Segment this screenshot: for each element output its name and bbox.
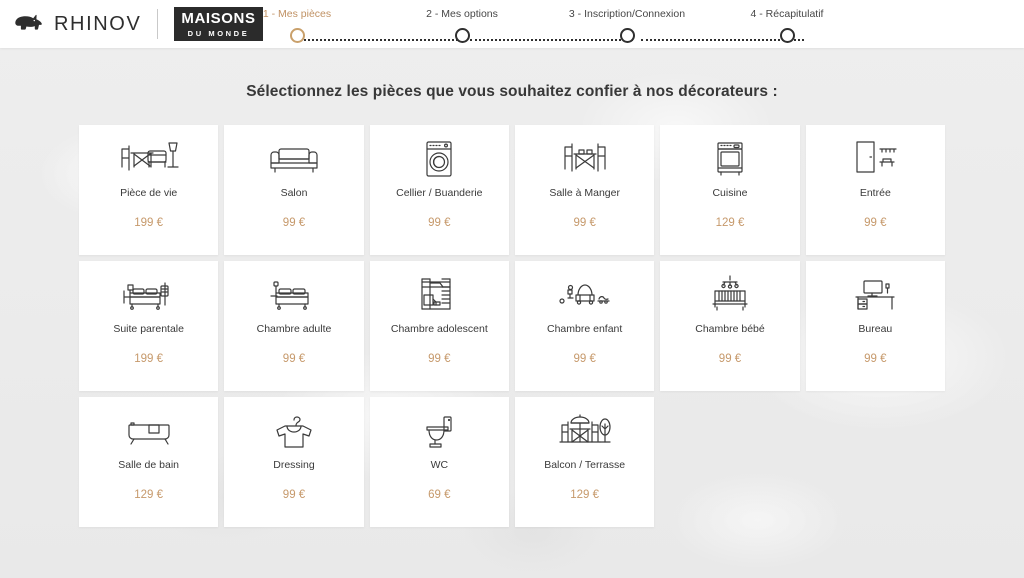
desk-icon xyxy=(844,261,906,323)
bunk-bed-icon xyxy=(408,261,470,323)
room-card-salle-a-manger[interactable]: Salle à Manger 99 € xyxy=(514,125,655,255)
double-bed-icon xyxy=(263,261,325,323)
room-label: Cuisine xyxy=(712,187,748,199)
room-label: Balcon / Terrasse xyxy=(544,459,626,471)
room-price: 99 € xyxy=(573,352,596,365)
room-label: Salle à Manger xyxy=(549,187,620,199)
room-card-chambre-enfant[interactable]: Chambre enfant 99 € xyxy=(514,261,655,391)
room-price: 99 € xyxy=(282,488,306,501)
rhino-icon xyxy=(14,12,44,37)
step-1-mes-pieces[interactable]: 1 - Mes pièces xyxy=(212,0,382,43)
progress-stepper: 1 - Mes pièces 2 - Mes options 3 - Inscr… xyxy=(262,0,1008,48)
room-card-bureau[interactable]: Bureau 99 € xyxy=(805,261,945,391)
room-card-suite-parentale[interactable]: Suite parentale 199 € xyxy=(79,261,219,391)
dining-table-icon xyxy=(554,125,616,187)
room-label: Chambre bébé xyxy=(695,323,765,335)
room-label: Salle de bain xyxy=(118,459,180,471)
step-2-label: 2 - Mes options xyxy=(426,8,498,20)
step-1-label: 1 - Mes pièces xyxy=(262,8,332,20)
tshirt-hanger-icon xyxy=(263,397,325,459)
room-card-dressing[interactable]: Dressing 99 € xyxy=(224,397,364,527)
step-2-dot[interactable] xyxy=(454,27,470,43)
room-card-chambre-bebe[interactable]: Chambre bébé 99 € xyxy=(660,261,800,391)
page-title: Sélectionnez les pièces que vous souhait… xyxy=(246,83,778,100)
room-price: 99 € xyxy=(282,352,306,365)
step-3-inscription-connexion[interactable]: 3 - Inscription/Connexion xyxy=(542,0,712,43)
brand-name: RHINOV xyxy=(54,12,142,35)
toilet-icon xyxy=(408,397,470,459)
room-price: 199 € xyxy=(134,352,164,365)
room-price: 99 € xyxy=(864,352,887,365)
step-4-label: 4 - Récapitulatif xyxy=(750,8,824,20)
room-price: 99 € xyxy=(718,352,742,365)
room-label: Pièce de vie xyxy=(120,187,178,199)
washing-machine-icon xyxy=(408,125,470,187)
step-4-recapitulatif[interactable]: 4 - Récapitulatif xyxy=(702,0,872,43)
room-label: Salon xyxy=(280,187,308,199)
room-label: Dressing xyxy=(273,459,315,471)
room-card-wc[interactable]: WC 69 € xyxy=(369,397,509,527)
room-price: 99 € xyxy=(428,216,451,229)
room-label: Chambre enfant xyxy=(547,323,623,335)
living-room-icon xyxy=(118,125,180,187)
oven-icon xyxy=(699,125,761,187)
room-price: 99 € xyxy=(428,352,451,365)
room-price: 99 € xyxy=(864,216,887,229)
room-card-piece-de-vie[interactable]: Pièce de vie 199 € xyxy=(79,125,219,255)
room-label: Chambre adulte xyxy=(256,323,332,335)
room-grid: Pièce de vie 199 € Salon 99 € Cellier / … xyxy=(79,125,945,527)
toy-car-icon xyxy=(554,261,616,323)
step-2-mes-options[interactable]: 2 - Mes options xyxy=(377,0,547,43)
room-price: 129 € xyxy=(570,488,600,501)
room-label: Cellier / Buanderie xyxy=(396,187,483,199)
room-price: 199 € xyxy=(134,216,164,229)
room-card-cellier-buanderie[interactable]: Cellier / Buanderie 99 € xyxy=(369,125,509,255)
app-header: RHINOV MAISONS DU MONDE 1 - Mes pièces 2… xyxy=(0,0,1024,48)
master-bed-icon xyxy=(118,261,180,323)
bathtub-icon xyxy=(118,397,180,459)
room-card-salle-de-bain[interactable]: Salle de bain 129 € xyxy=(79,397,219,527)
room-price: 69 € xyxy=(428,488,451,501)
room-card-cuisine[interactable]: Cuisine 129 € xyxy=(660,125,800,255)
room-card-chambre-adulte[interactable]: Chambre adulte 99 € xyxy=(224,261,364,391)
crib-icon xyxy=(699,261,761,323)
room-price: 99 € xyxy=(573,216,596,229)
brand-divider xyxy=(157,9,159,39)
room-label: WC xyxy=(430,459,449,471)
room-price: 99 € xyxy=(282,216,306,229)
room-card-chambre-adolescent[interactable]: Chambre adolescent 99 € xyxy=(369,261,509,391)
sofa-icon xyxy=(263,125,325,187)
room-price: 129 € xyxy=(715,216,745,229)
room-card-entree[interactable]: Entrée 99 € xyxy=(805,125,945,255)
room-price: 129 € xyxy=(134,488,164,501)
room-label: Bureau xyxy=(858,323,893,335)
step-3-label: 3 - Inscription/Connexion xyxy=(568,8,686,20)
step-4-dot[interactable] xyxy=(779,27,795,43)
parasol-table-icon xyxy=(554,397,616,459)
room-label: Chambre adolescent xyxy=(390,323,488,335)
room-label: Entrée xyxy=(859,187,891,199)
room-card-salon[interactable]: Salon 99 € xyxy=(224,125,364,255)
step-3-dot[interactable] xyxy=(619,27,635,43)
room-card-balcon-terrasse[interactable]: Balcon / Terrasse 129 € xyxy=(514,397,655,527)
entrance-icon xyxy=(844,125,906,187)
room-label: Suite parentale xyxy=(113,323,184,335)
step-1-dot[interactable] xyxy=(289,27,305,43)
